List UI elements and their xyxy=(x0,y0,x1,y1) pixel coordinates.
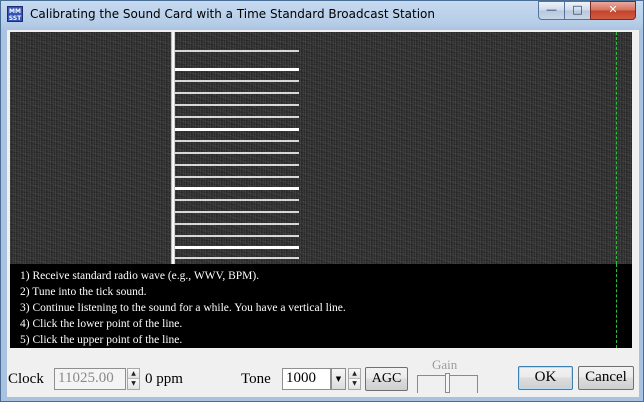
close-button[interactable]: ✕ xyxy=(590,1,636,20)
instruction-step-2: 2) Tune into the tick sound. xyxy=(20,286,147,298)
tick-mark xyxy=(175,152,299,154)
tick-mark xyxy=(175,104,299,106)
maximize-button[interactable]: □ xyxy=(564,1,591,20)
tick-mark xyxy=(175,199,299,201)
instruction-step-5: 5) Click the upper point of the line. xyxy=(20,334,183,346)
spin-down-icon[interactable]: ▼ xyxy=(128,379,139,389)
tick-vertical-line xyxy=(171,32,175,264)
spin-up-icon[interactable]: ▲ xyxy=(349,369,360,379)
tick-mark xyxy=(175,128,299,131)
tick-mark xyxy=(175,116,299,118)
ppm-readout: 0 ppm xyxy=(145,371,183,387)
tone-label: Tone xyxy=(241,371,271,387)
tick-mark xyxy=(175,187,299,190)
tick-mark xyxy=(175,235,299,237)
tick-mark xyxy=(175,68,299,71)
clock-label: Clock xyxy=(8,371,44,387)
instruction-step-4: 4) Click the lower point of the line. xyxy=(20,318,183,330)
calibration-window: MM SST Calibrating the Sound Card with a … xyxy=(0,0,644,402)
tick-mark xyxy=(175,80,299,82)
tick-mark xyxy=(175,164,299,166)
clock-input[interactable]: 11025.00 xyxy=(54,368,126,390)
spin-up-icon[interactable]: ▲ xyxy=(128,369,139,379)
instruction-step-3: 3) Continue listening to the sound for a… xyxy=(20,302,346,314)
dialog-client-area: 1) Receive standard radio wave (e.g., WW… xyxy=(7,30,639,397)
minimize-button[interactable]: — xyxy=(538,1,565,20)
waterfall-display[interactable] xyxy=(10,32,632,264)
gain-track[interactable] xyxy=(417,375,445,393)
instruction-step-1: 1) Receive standard radio wave (e.g., WW… xyxy=(20,270,260,282)
tick-mark xyxy=(175,92,299,94)
cancel-button[interactable]: Cancel xyxy=(578,366,634,390)
tick-mark xyxy=(175,211,299,213)
tick-mark xyxy=(175,176,299,178)
tick-mark xyxy=(175,140,299,142)
tone-select[interactable]: 1000 xyxy=(282,368,331,390)
marker-dashed-line xyxy=(616,32,617,264)
gain-label: Gain xyxy=(432,357,458,372)
tone-spinner[interactable]: ▲ ▼ xyxy=(348,368,361,390)
app-icon[interactable]: MM SST xyxy=(7,6,23,22)
tick-mark xyxy=(175,246,299,249)
title-bar[interactable]: MM SST Calibrating the Sound Card with a … xyxy=(1,1,643,28)
gain-slider[interactable]: Gain xyxy=(417,352,481,396)
gain-track[interactable] xyxy=(450,375,478,393)
instructions-panel: 1) Receive standard radio wave (e.g., WW… xyxy=(10,264,632,348)
tick-mark xyxy=(175,257,299,259)
tick-mark xyxy=(175,50,299,52)
window-title: Calibrating the Sound Card with a Time S… xyxy=(30,7,436,21)
clock-spinner[interactable]: ▲ ▼ xyxy=(127,368,140,390)
agc-button[interactable]: AGC xyxy=(365,367,408,391)
ok-button[interactable]: OK xyxy=(518,366,573,390)
spin-down-icon[interactable]: ▼ xyxy=(349,379,360,389)
tick-mark xyxy=(175,223,299,225)
marker-dashed-line xyxy=(616,264,617,348)
chevron-down-icon[interactable]: ▼ xyxy=(331,368,346,390)
